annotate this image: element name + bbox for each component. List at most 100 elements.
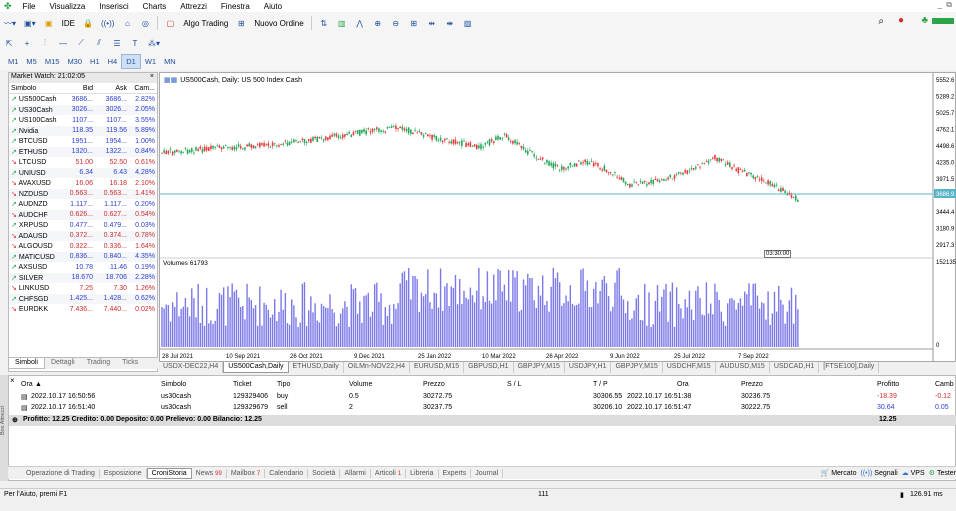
account-icon[interactable]: ♣ xyxy=(921,15,928,26)
col-bid[interactable]: Bid xyxy=(59,85,93,92)
col-volume[interactable]: Volume xyxy=(349,381,372,388)
autoscroll-icon[interactable]: ⇹ xyxy=(425,15,439,31)
chart-tab[interactable]: AUDUSD,M15 xyxy=(716,362,770,373)
col-symbol[interactable]: Simbolo xyxy=(9,85,59,92)
tab-trading[interactable]: Trading xyxy=(81,358,116,369)
tab-exposure[interactable]: Esposizione xyxy=(100,468,147,478)
market-watch-row[interactable]: ↗ ETHUSD 1320... 1322... 0.84% xyxy=(9,146,157,157)
new-chart-icon[interactable]: 〰▾ xyxy=(2,15,18,31)
chart-tab[interactable]: USDCHF,M15 xyxy=(663,362,716,373)
timeframe-m5[interactable]: M5 xyxy=(22,55,40,68)
col-time[interactable]: Ora xyxy=(21,381,33,388)
trade-row[interactable]: ▤ 2022.10.17 16:51:40 us30cash 129329679 sel… xyxy=(9,403,956,414)
crosshair-icon[interactable]: + xyxy=(20,35,34,51)
ide-button[interactable]: IDE xyxy=(60,15,77,31)
menu-help[interactable]: Aiuto xyxy=(257,2,289,11)
market-watch-row[interactable]: ↗ MATICUSD 0.836... 0.840... 4.35% xyxy=(9,251,157,262)
close-icon[interactable]: × xyxy=(150,73,157,83)
col-symbol[interactable]: Simbolo xyxy=(161,381,186,388)
vps-icon[interactable]: ◎ xyxy=(138,15,152,31)
chart-tab[interactable]: USDJPY,H1 xyxy=(565,362,612,373)
search-icon[interactable]: ⌕ xyxy=(878,16,884,27)
radio-icon[interactable]: ((•)) xyxy=(99,15,116,31)
chart-tab[interactable]: GBPJPY,M15 xyxy=(611,362,663,373)
market-watch-row[interactable]: ↘ ALGOUSD 0.322... 0.336... 1.64% xyxy=(9,241,157,252)
col-sl[interactable]: S / L xyxy=(507,381,521,388)
chart-tab[interactable]: GBPJPY,M15 xyxy=(514,362,565,373)
new-order-icon[interactable]: ⊞ xyxy=(234,15,248,31)
chart-tab[interactable]: ETHUSD,Daily xyxy=(289,362,344,373)
market-watch-row[interactable]: ↗ XRPUSD 0.477... 0.479... 0.03% xyxy=(9,220,157,231)
shift-chart-icon[interactable]: ⇼ xyxy=(443,15,457,31)
tab-mailbox[interactable]: Mailbox 7 xyxy=(227,468,266,478)
market-watch-row[interactable]: ↘ AVAXUSD 16.06 16.18 2.10% xyxy=(9,178,157,189)
grid-icon[interactable]: ⊞ xyxy=(407,15,421,31)
chart-tab[interactable]: GBPUSD,H1 xyxy=(464,362,514,373)
chart-window[interactable]: 5552.6 5289.2 5025.7 4762.1 4498.6 4235.0 3971… xyxy=(159,72,956,363)
tester-link[interactable]: Tester xyxy=(937,470,956,477)
chart-tab[interactable]: OILMn-NOV22,H4 xyxy=(344,362,410,373)
market-watch-row[interactable]: ↗ CHFSGD 1.425... 1.428... 0.62% xyxy=(9,293,157,304)
chart-tab[interactable]: [FTSE100],Daily xyxy=(819,362,880,373)
tab-symbols[interactable]: Simboli xyxy=(8,358,45,369)
col-tp[interactable]: T / P xyxy=(593,381,608,388)
col-time2[interactable]: Ora xyxy=(677,381,689,388)
market-watch-row[interactable]: ↗ SILVER 18.670 18.706 2.28% xyxy=(9,272,157,283)
market-link[interactable]: Mercato xyxy=(831,470,856,477)
trade-row[interactable]: ▤ 2022.10.17 16:50:56 us30cash 129329406 buy… xyxy=(9,392,956,403)
timeframe-m1[interactable]: M1 xyxy=(4,55,22,68)
tab-news[interactable]: News 99 xyxy=(192,468,227,478)
menu-view[interactable]: Visualizza xyxy=(42,2,92,11)
menu-insert[interactable]: Inserisci xyxy=(92,2,135,11)
screenshot-icon[interactable]: ▨ xyxy=(461,15,475,31)
tab-library[interactable]: Libreria xyxy=(406,468,439,478)
menu-charts[interactable]: Charts xyxy=(136,2,174,11)
vertical-line-icon[interactable]: ⫶ xyxy=(38,35,52,51)
tab-journal[interactable]: Journal xyxy=(471,468,504,478)
timeframe-mn[interactable]: MN xyxy=(160,55,180,68)
notifications-icon[interactable]: ● xyxy=(898,15,904,26)
col-ask[interactable]: Ask xyxy=(93,85,127,92)
minimize-icon[interactable]: _ xyxy=(938,0,942,9)
tab-articles[interactable]: Articoli 1 xyxy=(371,468,407,478)
col-type[interactable]: Tipo xyxy=(277,381,290,388)
tab-calendar[interactable]: Calendario xyxy=(265,468,309,478)
timeframe-h4[interactable]: H4 xyxy=(104,55,122,68)
algo-trading-button[interactable]: Algo Trading xyxy=(181,15,230,31)
market-watch-row[interactable]: ↗ BTCUSD 1951... 1954... 1.00% xyxy=(9,136,157,147)
new-order-button[interactable]: Nuovo Ordine xyxy=(252,15,305,31)
market-watch-row[interactable]: ↘ LINKUSD 7.25 7.30 1.26% xyxy=(9,283,157,294)
timeframe-m30[interactable]: M30 xyxy=(63,55,86,68)
chart-tab[interactable]: USDX-DEC22,H4 xyxy=(159,362,224,373)
col-price2[interactable]: Prezzo xyxy=(741,381,763,388)
timeframe-d1[interactable]: D1 xyxy=(121,53,141,69)
algo-trading-icon[interactable]: ▢ xyxy=(163,15,177,31)
market-watch-row[interactable]: ↘ ADAUSD 0.372... 0.374... 0.78% xyxy=(9,230,157,241)
fibonacci-icon[interactable]: ☰ xyxy=(110,35,124,51)
col-swap[interactable]: Camb xyxy=(935,381,954,388)
horizontal-line-icon[interactable]: — xyxy=(56,35,70,51)
tab-alerts[interactable]: Allarmi xyxy=(340,468,371,478)
tab-ticks[interactable]: Ticks xyxy=(116,358,144,369)
market-watch-row[interactable]: ↗ UNIUSD 6.34 6.43 4.28% xyxy=(9,167,157,178)
col-change[interactable]: Cam... xyxy=(127,85,155,92)
home-icon[interactable]: ⌂ xyxy=(120,15,134,31)
tab-details[interactable]: Dettagli xyxy=(45,358,81,369)
vps-link[interactable]: VPS xyxy=(911,470,925,477)
col-profit[interactable]: Profitto xyxy=(877,381,899,388)
text-icon[interactable]: T xyxy=(128,35,142,51)
profiles-icon[interactable]: ▣▾ xyxy=(22,15,38,31)
tab-history[interactable]: CroniStoria xyxy=(146,467,192,479)
bar-chart-icon[interactable]: ▥ xyxy=(335,15,349,31)
tab-company[interactable]: Società xyxy=(308,468,341,478)
channel-icon[interactable]: ⫽ xyxy=(92,35,106,51)
lock-icon[interactable]: 🔒 xyxy=(81,15,95,31)
tab-trade[interactable]: Operazione di Trading xyxy=(22,468,100,478)
col-price[interactable]: Prezzo xyxy=(423,381,445,388)
line-chart-icon[interactable]: ⋀ xyxy=(353,15,367,31)
chart-tab[interactable]: US500Cash,Daily xyxy=(223,362,289,373)
market-watch-row[interactable]: ↘ NZDUSD 0.563... 0.563... 1.41% xyxy=(9,188,157,199)
market-watch-row[interactable]: ↗ AUDNZD 1.117... 1.117... 0.20% xyxy=(9,199,157,210)
trendline-icon[interactable]: ⟋ xyxy=(74,35,88,51)
signals-link[interactable]: Segnali xyxy=(874,470,897,477)
